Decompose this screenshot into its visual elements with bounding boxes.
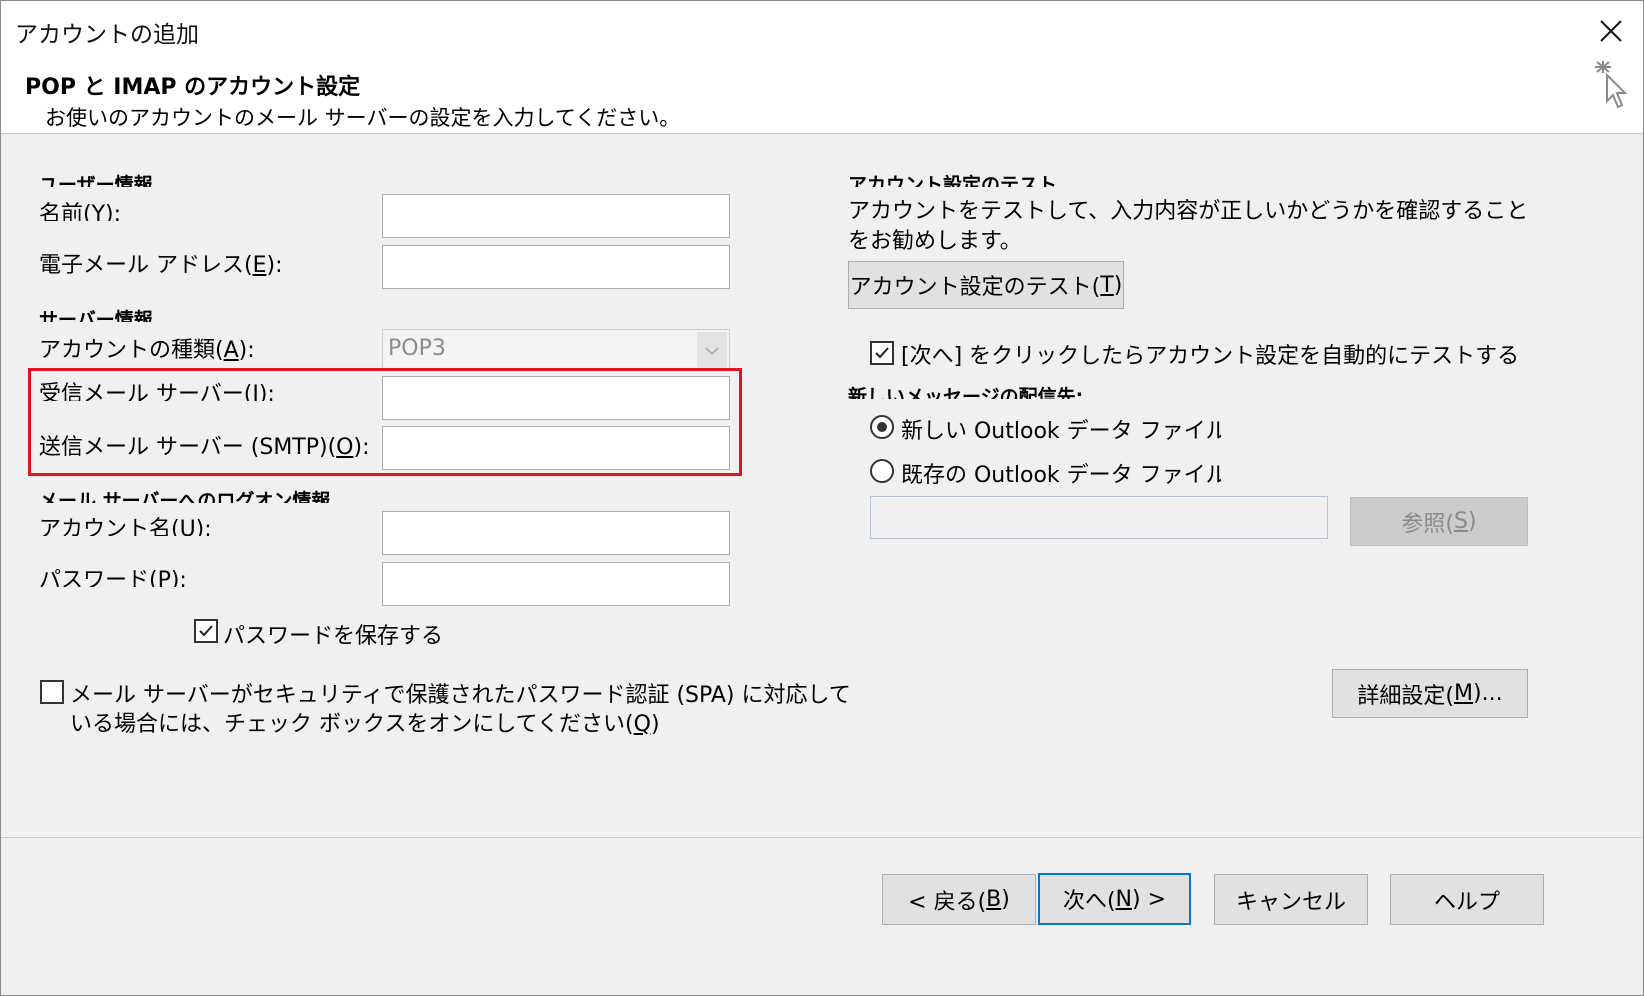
- password-label: パスワード(P):: [39, 568, 187, 587]
- back-suffix: ): [1001, 887, 1010, 912]
- back-button[interactable]: < 戻る(B): [882, 874, 1036, 925]
- help-button[interactable]: ヘルプ: [1390, 874, 1544, 925]
- test-heading: アカウント設定のテスト: [848, 174, 1058, 187]
- new-data-file-text: 新しい Outlook データ ファイル(: [901, 419, 1221, 444]
- back-text: < 戻る(: [908, 889, 987, 915]
- spa-label-line2[interactable]: いる場合には、チェック ボックスをオンにしてください(Q): [70, 706, 660, 738]
- next-accesskey: N: [1115, 886, 1133, 912]
- auto-test-label[interactable]: [次へ] をクリックしたらアカウント設定を自動的にテストする: [901, 338, 1519, 370]
- save-password-label-text: パスワードを保存する(: [223, 624, 441, 649]
- email-label-suffix: ):: [266, 253, 283, 278]
- existing-data-file-label[interactable]: 既存の Outlook データ ファイル(X: [901, 457, 1221, 489]
- test-button-accesskey: T: [1100, 272, 1114, 298]
- account-name-input[interactable]: [383, 512, 729, 554]
- advanced-settings-button[interactable]: 詳細設定(M)...: [1332, 669, 1528, 718]
- browse-accesskey: S: [1454, 509, 1468, 534]
- new-data-file-radio[interactable]: [870, 415, 894, 439]
- account-type-label: アカウントの種類(A):: [39, 332, 255, 364]
- name-input[interactable]: [383, 195, 729, 237]
- save-password-label[interactable]: パスワードを保存する(R: [223, 618, 441, 650]
- test-button-suffix: ): [1113, 272, 1123, 298]
- account-type-accesskey: A: [223, 338, 239, 363]
- email-field[interactable]: [382, 245, 730, 289]
- title-bar: アカウントの追加: [1, 1, 1643, 59]
- existing-data-file-radio[interactable]: [870, 459, 894, 483]
- auto-test-checkbox[interactable]: [870, 341, 894, 365]
- user-info-heading: ユーザー情報: [39, 174, 153, 187]
- close-icon[interactable]: [1589, 11, 1633, 51]
- account-type-select[interactable]: POP3: [382, 329, 730, 371]
- name-field[interactable]: [382, 194, 730, 238]
- spa-label-text: いる場合には、チェック ボックスをオンにしてください(: [70, 712, 634, 737]
- window-title: アカウントの追加: [15, 22, 199, 48]
- spa-label-suffix: ): [650, 712, 660, 737]
- password-input[interactable]: [383, 563, 729, 605]
- next-button[interactable]: 次へ(N) >: [1038, 873, 1191, 925]
- existing-data-file-text: 既存の Outlook データ ファイル(: [901, 463, 1221, 488]
- checkmark-icon: [875, 347, 889, 359]
- data-file-path-field[interactable]: [870, 496, 1328, 539]
- account-name-label: アカウント名(U):: [39, 517, 212, 536]
- test-account-button[interactable]: アカウント設定のテスト(T): [848, 261, 1124, 309]
- password-field[interactable]: [382, 562, 730, 606]
- add-account-dialog: アカウントの追加 POP と IMAP のアカウント設定 お使いのアカウントのメ…: [0, 0, 1644, 996]
- data-file-path-input[interactable]: [871, 497, 1327, 538]
- new-data-file-label[interactable]: 新しい Outlook データ ファイル(W: [901, 413, 1221, 445]
- radio-selected-dot: [877, 422, 887, 432]
- wizard-cursor-icon: [1595, 61, 1628, 109]
- browse-button[interactable]: 参照(S): [1350, 497, 1528, 546]
- next-suffix: ) >: [1132, 886, 1167, 912]
- email-label-text: 電子メール アドレス(: [39, 253, 253, 278]
- server-info-heading: サーバー情報: [39, 309, 153, 322]
- cancel-button[interactable]: キャンセル: [1214, 874, 1368, 925]
- browse-text: 参照(: [1401, 511, 1455, 537]
- email-label: 電子メール アドレス(E):: [39, 247, 282, 279]
- email-input[interactable]: [383, 246, 729, 288]
- page-subtitle: お使いのアカウントのメール サーバーの設定を入力してください。: [45, 106, 681, 130]
- logon-info-heading: メール サーバーへのログオン情報: [39, 490, 331, 503]
- spa-label-line1[interactable]: メール サーバーがセキュリティで保護されたパスワード認証 (SPA) に対応して: [70, 677, 851, 709]
- wizard-header: POP と IMAP のアカウント設定 お使いのアカウントのメール サーバーの設…: [1, 59, 1643, 134]
- back-accesskey: B: [986, 887, 1002, 912]
- account-type-value: POP3: [388, 336, 446, 361]
- page-title: POP と IMAP のアカウント設定: [25, 75, 361, 100]
- advanced-text: 詳細設定(: [1357, 683, 1455, 709]
- checkmark-icon: [199, 625, 213, 637]
- account-type-label-text: アカウントの種類(: [39, 338, 224, 363]
- next-text: 次へ(: [1062, 889, 1116, 914]
- test-description: アカウントをテストして、入力内容が正しいかどうかを確認することをお勧めします。: [848, 199, 1529, 254]
- chevron-down-icon[interactable]: [697, 332, 727, 370]
- highlight-box: [28, 368, 742, 476]
- email-label-accesskey: E: [252, 253, 267, 278]
- test-button-text: アカウント設定のテスト(: [849, 275, 1101, 300]
- footer-separator: [1, 837, 1643, 838]
- account-name-field[interactable]: [382, 511, 730, 555]
- account-type-label-suffix: ):: [238, 338, 255, 363]
- spa-accesskey: Q: [633, 712, 651, 737]
- delivery-heading: 新しいメッセージの配信先:: [848, 386, 1084, 399]
- browse-suffix: ): [1467, 509, 1477, 534]
- advanced-accesskey: M: [1454, 681, 1473, 706]
- spa-checkbox[interactable]: [40, 680, 64, 704]
- save-password-checkbox[interactable]: [194, 619, 218, 643]
- advanced-suffix: )...: [1473, 681, 1503, 706]
- name-label: 名前(Y):: [39, 202, 122, 221]
